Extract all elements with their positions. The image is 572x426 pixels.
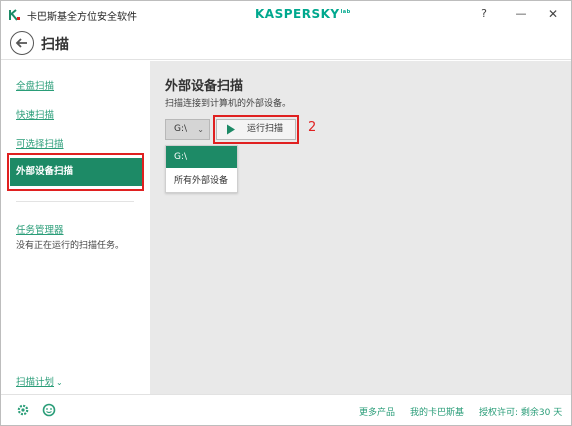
sidebar-item-full-scan[interactable]: 全盘扫描 <box>16 78 54 92</box>
title-bar: 卡巴斯基全方位安全软件 KASPERSKYlab ? — ✕ <box>1 1 571 27</box>
close-button[interactable]: ✕ <box>543 5 563 23</box>
minimize-button[interactable]: — <box>511 5 531 23</box>
scan-plan-label: 扫描计划 <box>16 377 55 388</box>
scan-status-text: 没有正在运行的扫描任务。 <box>16 241 125 251</box>
brand-suffix: lab <box>340 9 351 15</box>
scan-plan-link[interactable]: 扫描计划 ⌄ <box>16 374 63 388</box>
drive-select[interactable]: G:\ ⌄ <box>165 119 210 140</box>
chevron-down-icon: ⌄ <box>56 378 63 387</box>
sidebar-item-selective-scan[interactable]: 可选择扫描 <box>16 136 64 150</box>
support-icon[interactable] <box>42 403 56 417</box>
brand-logo: KASPERSKYlab <box>255 7 351 21</box>
highlight-box-1 <box>7 153 144 191</box>
brand-wordmark: KASPERSKY <box>255 7 340 21</box>
footer: 更多产品 我的卡巴斯基 授权许可: 剩余30 天 <box>1 394 571 425</box>
drive-dropdown-menu: G:\ 所有外部设备 <box>165 145 238 193</box>
my-kaspersky-link[interactable]: 我的卡巴斯基 <box>410 405 464 418</box>
help-button[interactable]: ? <box>474 5 494 23</box>
main-panel: 外部设备扫描 扫描连接到计算机的外部设备。 G:\ ⌄ G:\ 所有外部设备 运… <box>150 61 571 394</box>
section-title: 外部设备扫描 <box>165 79 244 94</box>
drive-select-value: G:\ <box>174 124 188 134</box>
section-description: 扫描连接到计算机的外部设备。 <box>165 99 292 109</box>
license-link[interactable]: 授权许可: 剩余30 天 <box>479 405 562 418</box>
more-products-link[interactable]: 更多产品 <box>359 405 395 418</box>
page-title: 扫描 <box>41 37 69 53</box>
task-manager-link[interactable]: 任务管理器 <box>16 222 64 236</box>
sidebar-item-quick-scan[interactable]: 快速扫描 <box>16 107 54 121</box>
gear-icon[interactable] <box>16 403 30 417</box>
back-button[interactable] <box>10 31 34 55</box>
arrow-left-icon <box>15 38 27 48</box>
kaspersky-logo-icon <box>9 9 20 21</box>
highlight-box-2 <box>213 115 299 144</box>
annotation-marker-2: 2 <box>308 120 317 135</box>
page-header: 扫描 <box>1 27 571 60</box>
app-title: 卡巴斯基全方位安全软件 <box>27 12 137 23</box>
app-window: 卡巴斯基全方位安全软件 KASPERSKYlab ? — ✕ 扫描 全盘扫描 快… <box>0 0 572 426</box>
chevron-down-icon: ⌄ <box>197 125 204 134</box>
sidebar-divider <box>16 201 134 202</box>
dropdown-option-all-external[interactable]: 所有外部设备 <box>166 170 237 192</box>
sidebar: 全盘扫描 快速扫描 可选择扫描 外部设备扫描 任务管理器 没有正在运行的扫描任务… <box>1 61 150 394</box>
dropdown-option-g-drive[interactable]: G:\ <box>166 146 237 168</box>
